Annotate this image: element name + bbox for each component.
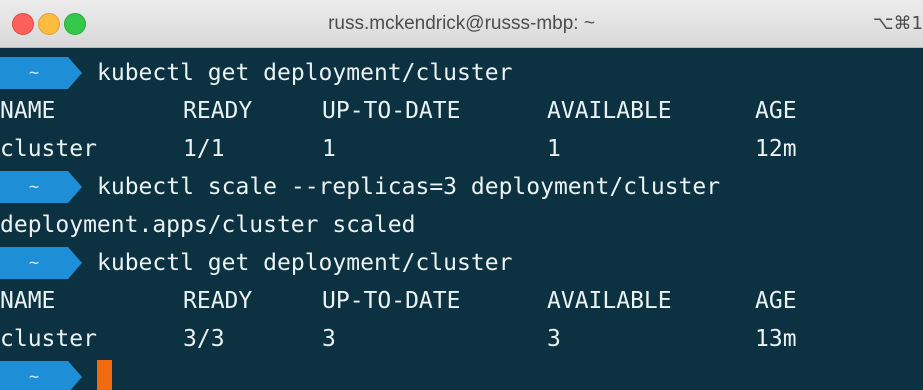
command-output-line: deployment.apps/cluster scaled [0, 206, 923, 244]
table-header-row: NAME READY UP-TO-DATE AVAILABLE AGE [0, 92, 923, 130]
prompt-line: ~ kubectl get deployment/cluster [0, 54, 923, 92]
command-text: kubectl scale --replicas=3 deployment/cl… [97, 174, 721, 200]
ready-count: 1/1 [183, 136, 225, 162]
table-row: cluster 1/1 1 1 12m [0, 130, 923, 168]
command-text: kubectl get deployment/cluster [97, 60, 513, 86]
prompt-arrow-icon [68, 57, 82, 89]
header-available: AVAILABLE [547, 98, 672, 124]
available-count: 3 [547, 326, 561, 352]
prompt-line[interactable]: ~ [0, 358, 923, 390]
prompt-directory: ~ [28, 177, 40, 197]
deployment-name: cluster [0, 136, 97, 162]
header-ready: READY [183, 288, 253, 314]
deployment-age: 12m [755, 136, 797, 162]
header-ready: READY [183, 98, 253, 124]
ready-count: 3/3 [183, 326, 225, 352]
header-up-to-date: UP-TO-DATE [322, 98, 461, 124]
scale-result: deployment.apps/cluster scaled [0, 212, 416, 238]
title-bar: russ.mckendrick@russs-mbp: ~ ⌥⌘1 [0, 0, 923, 48]
terminal-window: russ.mckendrick@russs-mbp: ~ ⌥⌘1 ~ kubec… [0, 0, 923, 390]
table-header-row: NAME READY UP-TO-DATE AVAILABLE AGE [0, 282, 923, 320]
header-name: NAME [0, 98, 56, 124]
deployment-name: cluster [0, 326, 97, 352]
up-to-date-count: 3 [322, 326, 336, 352]
window-shortcut: ⌥⌘1 [872, 13, 923, 34]
header-name: NAME [0, 288, 56, 314]
prompt-arrow-icon [68, 361, 82, 390]
prompt-line: ~ kubectl scale --replicas=3 deployment/… [0, 168, 923, 206]
up-to-date-count: 1 [322, 136, 336, 162]
prompt-arrow-icon [68, 171, 82, 203]
header-available: AVAILABLE [547, 288, 672, 314]
prompt-arrow-icon [68, 247, 82, 279]
command-text: kubectl get deployment/cluster [97, 250, 513, 276]
prompt-directory: ~ [28, 367, 40, 387]
terminal-output[interactable]: ~ kubectl get deployment/cluster NAME RE… [0, 48, 923, 390]
header-age: AGE [755, 288, 797, 314]
header-up-to-date: UP-TO-DATE [322, 288, 461, 314]
available-count: 1 [547, 136, 561, 162]
prompt-line: ~ kubectl get deployment/cluster [0, 244, 923, 282]
table-row: cluster 3/3 3 3 13m [0, 320, 923, 358]
prompt-directory: ~ [28, 253, 40, 273]
prompt-directory: ~ [28, 63, 40, 83]
deployment-age: 13m [755, 326, 797, 352]
text-cursor[interactable] [97, 360, 112, 390]
header-age: AGE [755, 98, 797, 124]
window-title: russ.mckendrick@russs-mbp: ~ [328, 13, 595, 34]
